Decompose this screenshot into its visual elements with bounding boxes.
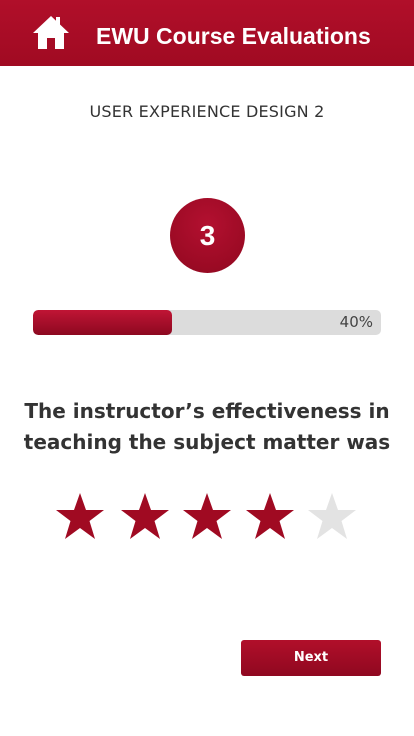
- home-icon: [33, 16, 69, 49]
- star-icon: [246, 493, 294, 539]
- question-text-line-2: teaching the subject matter was: [23, 430, 391, 454]
- star-5-button[interactable]: [307, 492, 357, 540]
- star-icon: [308, 493, 356, 539]
- star-rating: [55, 492, 365, 540]
- star-icon: [121, 493, 169, 539]
- progress-percent-label: 40%: [339, 313, 373, 331]
- course-name: USER EXPERIENCE DESIGN 2: [89, 102, 325, 121]
- star-2-button[interactable]: [120, 492, 170, 540]
- next-button[interactable]: Next: [241, 640, 381, 676]
- question-text: The instructor’s effectiveness in teachi…: [0, 396, 414, 458]
- star-1-button[interactable]: [55, 492, 105, 540]
- app-title: EWU Course Evaluations: [96, 23, 371, 49]
- app-header: EWU Course Evaluations: [0, 0, 414, 66]
- star-icon: [56, 493, 104, 539]
- progress-bar: 40%: [33, 310, 381, 335]
- home-button[interactable]: [32, 14, 70, 52]
- star-icon: [183, 493, 231, 539]
- progress-bar-fill: [33, 310, 172, 335]
- star-3-button[interactable]: [182, 492, 232, 540]
- star-4-button[interactable]: [245, 492, 295, 540]
- question-number-badge: 3: [170, 198, 245, 273]
- question-text-line-1: The instructor’s effectiveness in: [24, 399, 390, 423]
